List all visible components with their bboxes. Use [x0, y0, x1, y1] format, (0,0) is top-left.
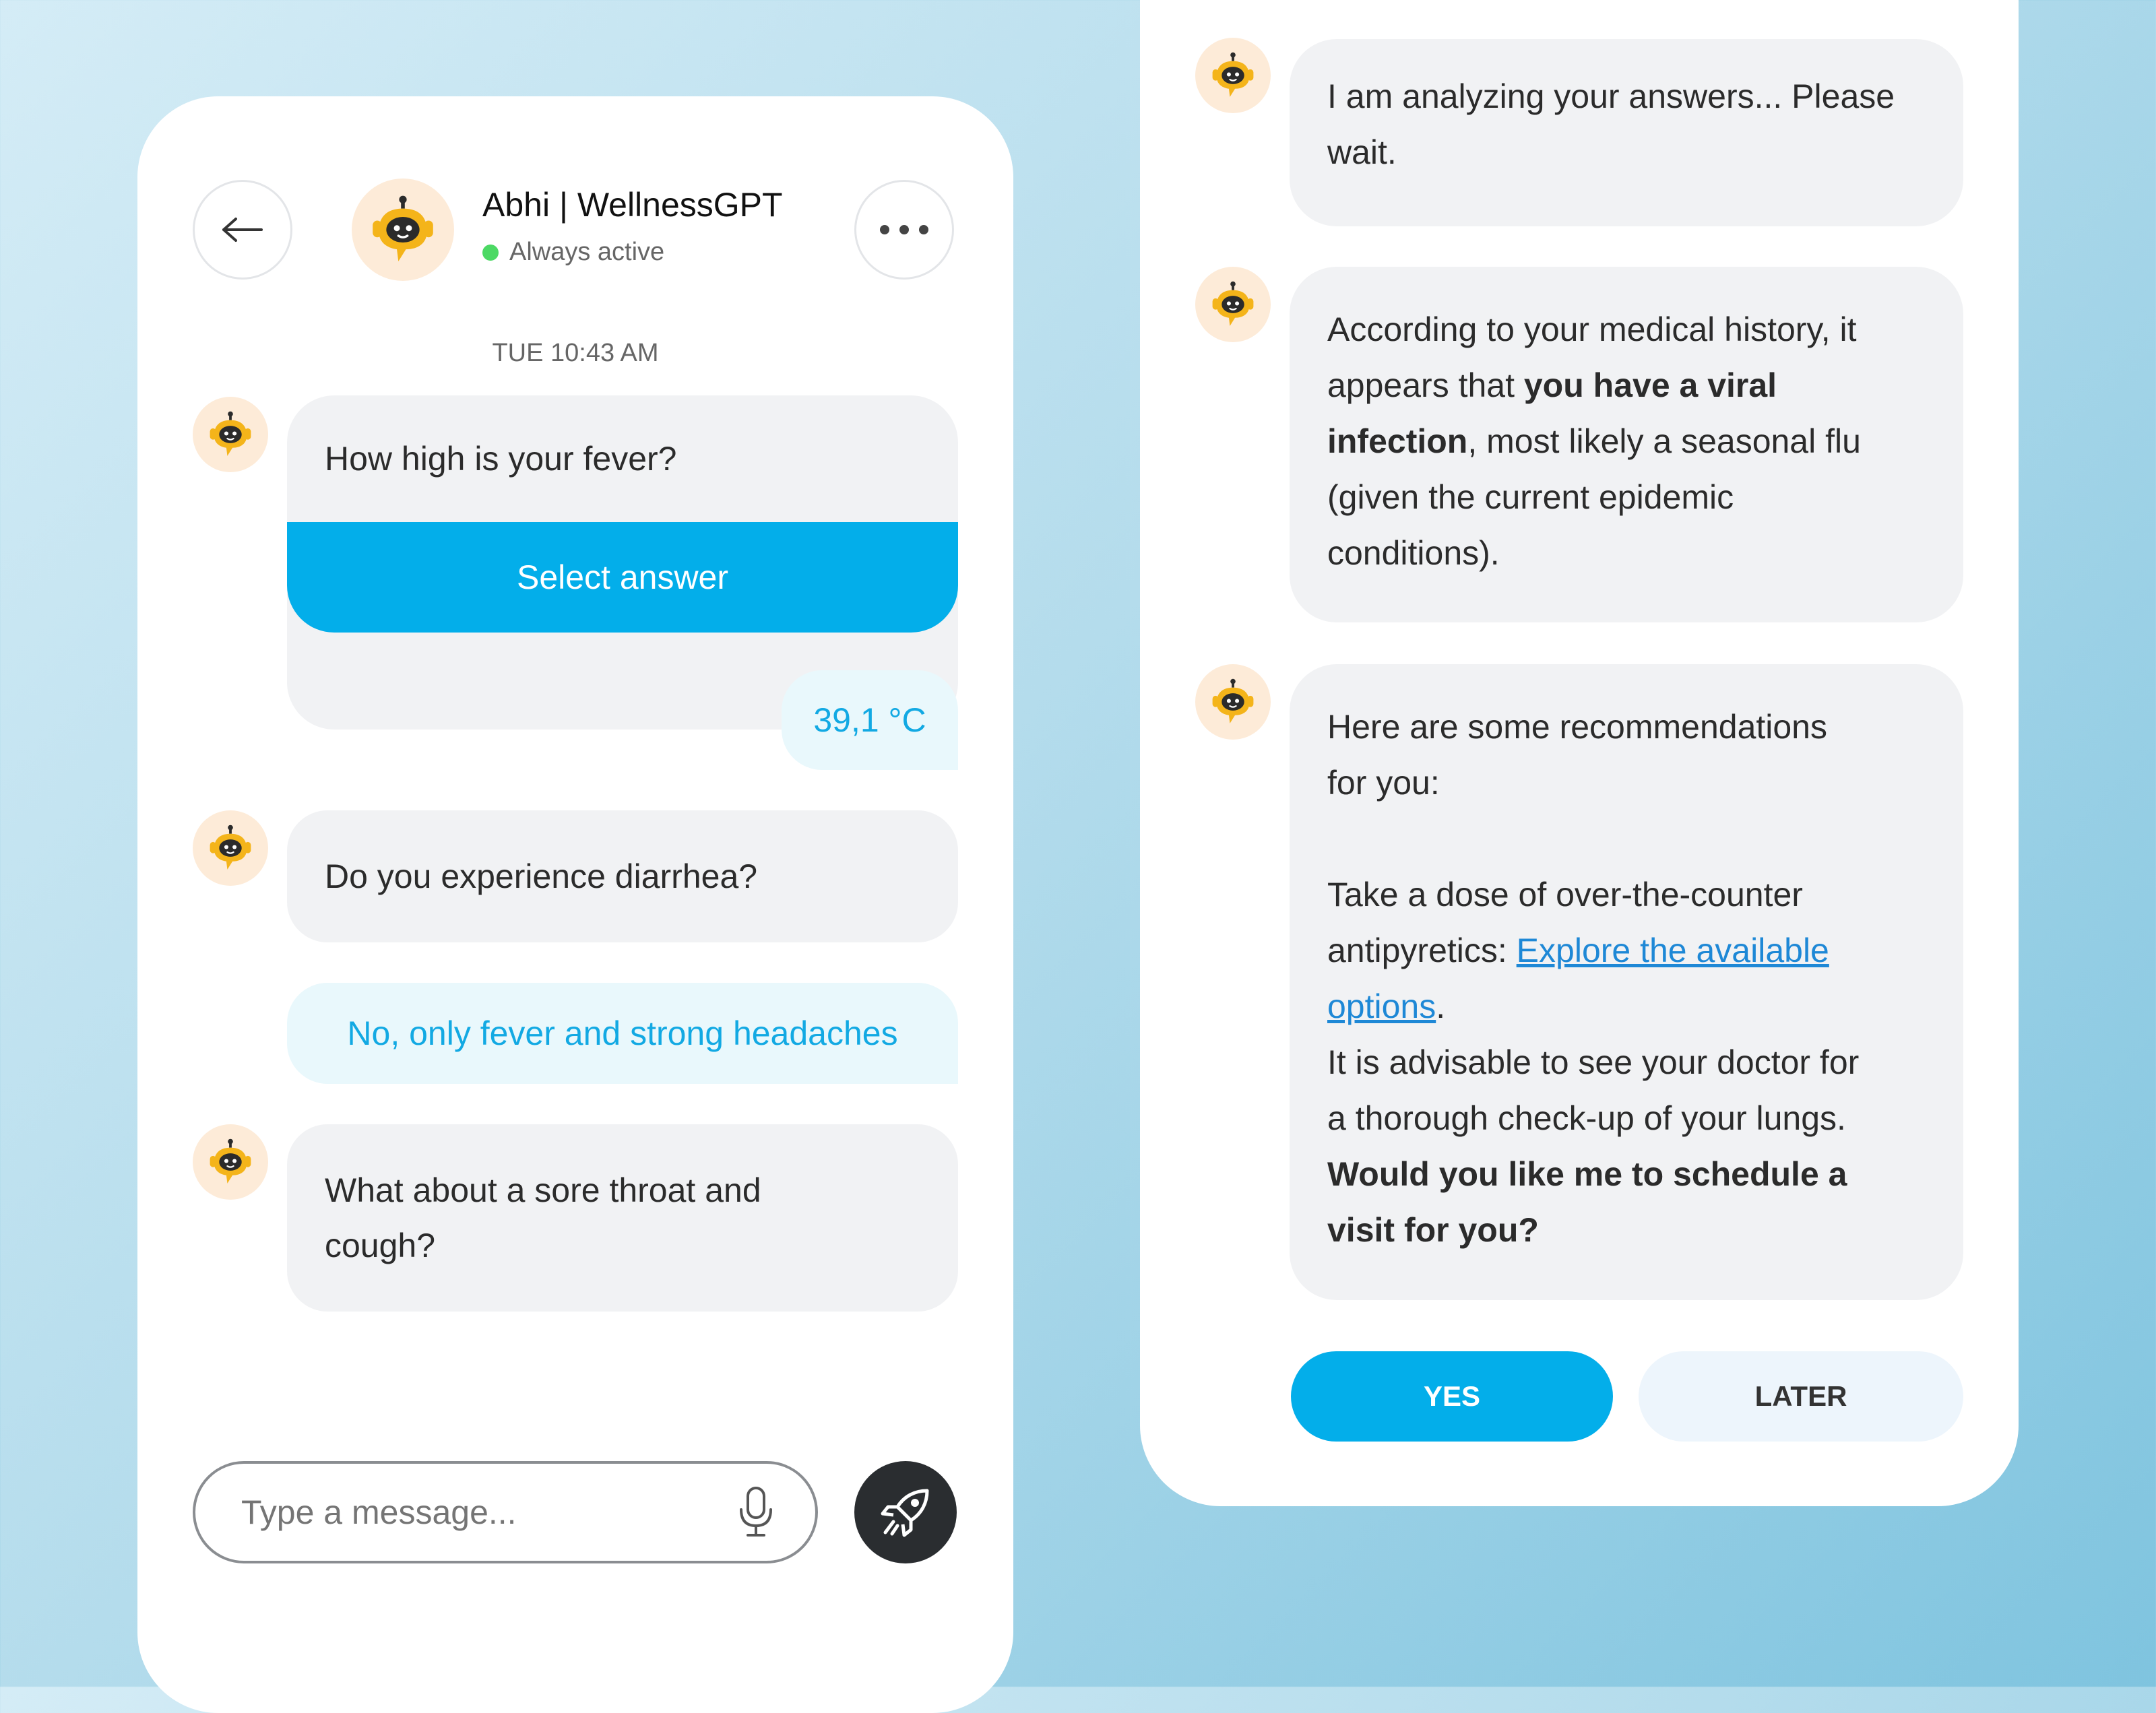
- bot-icon: [1207, 279, 1259, 330]
- message-composer: [193, 1461, 818, 1563]
- more-dots-icon: [880, 225, 928, 234]
- back-button[interactable]: [193, 180, 292, 280]
- explore-options-link[interactable]: options: [1327, 988, 1436, 1025]
- message-line: appears that you have a viral: [1327, 358, 1926, 414]
- bot-avatar: [1195, 664, 1271, 740]
- bold-text: you have a viral: [1523, 366, 1777, 404]
- later-button[interactable]: LATER: [1639, 1351, 1963, 1442]
- message-line: for you:: [1327, 764, 1440, 802]
- bold-text: infection: [1327, 422, 1468, 460]
- message-line: conditions).: [1327, 534, 1500, 572]
- bot-message: I am analyzing your answers... Please wa…: [1290, 39, 1963, 226]
- message-line: wait.: [1327, 133, 1397, 171]
- text-span: appears that: [1327, 366, 1524, 404]
- message-line: antipyretics: Explore the available: [1327, 923, 1926, 979]
- send-button[interactable]: [854, 1461, 957, 1563]
- message-line: visit for you?: [1327, 1211, 1539, 1249]
- bot-avatar: [193, 397, 268, 472]
- message-line: Here are some recommendations: [1327, 708, 1827, 746]
- message-line: What about a sore throat and: [325, 1171, 761, 1209]
- message-line: According to your medical history, it: [1327, 311, 1857, 348]
- message-line: a thorough check-up of your lungs.: [1327, 1099, 1846, 1137]
- message-input[interactable]: [240, 1492, 737, 1532]
- status-text: Always active: [509, 238, 665, 266]
- text-span: antipyretics:: [1327, 932, 1517, 969]
- explore-options-link[interactable]: Explore the available: [1517, 932, 1829, 969]
- user-message: No, only fever and strong headaches: [287, 983, 958, 1084]
- bot-avatar: [193, 1124, 268, 1200]
- bot-message: What about a sore throat and cough?: [287, 1124, 958, 1312]
- bot-icon: [1207, 676, 1259, 728]
- bot-icon: [205, 822, 256, 874]
- message-line: It is advisable to see your doctor for: [1327, 1043, 1860, 1081]
- yes-button[interactable]: YES: [1291, 1351, 1613, 1442]
- message-line: (given the current epidemic: [1327, 478, 1734, 516]
- contact-name: Abhi | WellnessGPT: [482, 186, 783, 224]
- bot-icon: [365, 192, 441, 267]
- message-line: Take a dose of over-the-counter: [1327, 876, 1803, 913]
- timestamp: TUE 10:43 AM: [492, 339, 659, 367]
- select-answer-button[interactable]: Select answer: [287, 522, 958, 633]
- message-line: I am analyzing your answers... Please: [1327, 77, 1895, 115]
- rocket-icon: [881, 1489, 929, 1537]
- bot-avatar: [193, 810, 268, 886]
- status-row: Always active: [482, 238, 664, 267]
- message-line: infection, most likely a seasonal flu: [1327, 414, 1926, 470]
- status-dot: [482, 244, 499, 261]
- bot-message: Do you experience diarrhea?: [287, 810, 958, 942]
- more-options-button[interactable]: [854, 180, 954, 280]
- message-line: Would you like me to schedule a: [1327, 1155, 1847, 1193]
- question-text: How high is your fever?: [325, 440, 677, 478]
- bot-message-diagnosis: According to your medical history, it ap…: [1290, 267, 1963, 622]
- bot-icon: [1207, 50, 1259, 101]
- text-span: .: [1436, 988, 1446, 1025]
- message-line: options.: [1327, 979, 1926, 1035]
- bot-icon: [205, 409, 256, 460]
- chat-phone-right: I am analyzing your answers... Please wa…: [1140, 0, 2019, 1506]
- message-line: cough?: [325, 1227, 436, 1264]
- back-arrow-icon: [222, 218, 263, 242]
- chat-phone-left: Abhi | WellnessGPT Always active TUE 10:…: [137, 96, 1013, 1713]
- bot-avatar: [1195, 267, 1271, 342]
- text-span: , most likely a seasonal flu: [1467, 422, 1861, 460]
- bot-message-recommendations: Here are some recommendations for you: T…: [1290, 664, 1963, 1300]
- bot-avatar-header: [352, 179, 454, 281]
- microphone-icon[interactable]: [737, 1485, 775, 1539]
- bot-avatar: [1195, 38, 1271, 113]
- user-message: 39,1 °C: [782, 670, 958, 770]
- bot-icon: [205, 1136, 256, 1188]
